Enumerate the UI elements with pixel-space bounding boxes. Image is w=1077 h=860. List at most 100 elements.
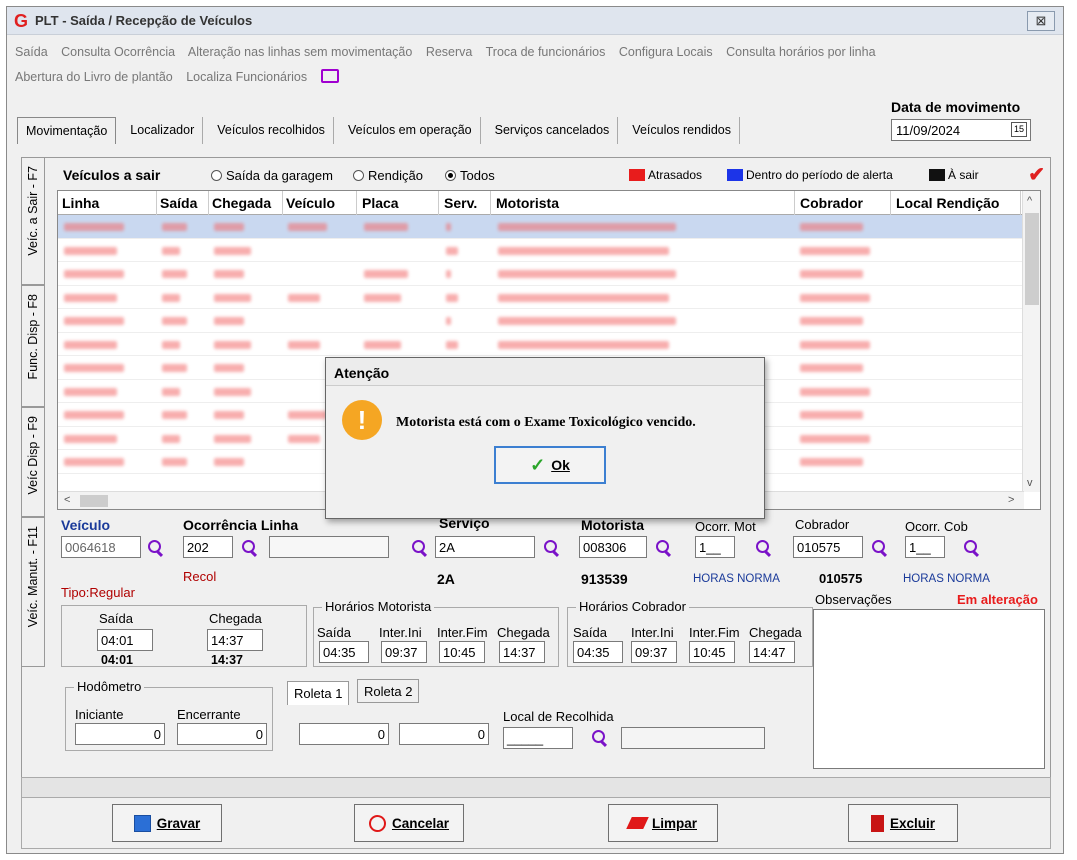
tab-veiculos-rendidos[interactable]: Veículos rendidos <box>624 117 740 144</box>
vscroll-thumb[interactable] <box>1025 213 1039 305</box>
col-serv[interactable]: Serv. <box>444 195 477 215</box>
motorista-search-icon[interactable] <box>655 539 671 555</box>
hc-inter-ini-input[interactable]: 09:37 <box>631 641 677 663</box>
servico-input[interactable]: 2A <box>435 536 535 558</box>
vtab-func-disp[interactable]: Func. Disp - F8 <box>21 285 45 407</box>
tab-veiculos-operacao[interactable]: Veículos em operação <box>340 117 481 144</box>
gravar-button[interactable]: Gravar <box>112 804 222 842</box>
local-recolhida-input[interactable]: _____ <box>503 727 573 749</box>
motorista-input[interactable]: 008306 <box>579 536 647 558</box>
tipo-label: Tipo:Regular <box>61 585 135 600</box>
encerrante-input[interactable]: 0 <box>177 723 267 745</box>
redacted-cell <box>498 223 676 231</box>
col-cobrador[interactable]: Cobrador <box>800 195 863 215</box>
ocorr-cob-input[interactable]: 1__ <box>905 536 945 558</box>
tab-movimentacao[interactable]: Movimentação <box>17 117 117 144</box>
scroll-up-icon[interactable]: ^ <box>1027 195 1032 207</box>
redacted-cell <box>446 223 451 231</box>
col-chegada[interactable]: Chegada <box>212 195 271 215</box>
scroll-down-icon[interactable]: v <box>1027 477 1033 489</box>
iniciante-input[interactable]: 0 <box>75 723 165 745</box>
cancelar-button[interactable]: Cancelar <box>354 804 464 842</box>
radio-rendicao[interactable]: Rendição <box>353 168 423 183</box>
col-saida[interactable]: Saída <box>160 195 197 215</box>
ocorr-mot-input[interactable]: 1__ <box>695 536 735 558</box>
table-row[interactable] <box>58 309 1024 333</box>
cobrador-label: Cobrador <box>795 517 850 532</box>
menu-consulta-horarios[interactable]: Consulta horários por linha <box>726 45 875 59</box>
hm-inter-ini-input[interactable]: 09:37 <box>381 641 427 663</box>
legend-atrasados: Atrasados <box>629 168 702 182</box>
excluir-button[interactable]: Excluir <box>848 804 958 842</box>
table-row[interactable] <box>58 333 1024 356</box>
ocorrencia-search-icon[interactable] <box>241 539 257 555</box>
grid-vscroll[interactable]: ^ v <box>1022 191 1040 492</box>
hc-inter-fim-input[interactable]: 10:45 <box>689 641 735 663</box>
menu-saida[interactable]: Saída <box>15 45 48 59</box>
scroll-left-icon[interactable]: < <box>64 494 70 506</box>
menu-localiza-funcionarios[interactable]: Localiza Funcionários <box>186 70 307 84</box>
vtab-veic-manut[interactable]: Veíc. Manut. - F11 <box>21 517 45 667</box>
menu-consulta-ocorrencia[interactable]: Consulta Ocorrência <box>61 45 175 59</box>
table-row[interactable] <box>58 215 1024 239</box>
tab-veiculos-recolhidos[interactable]: Veículos recolhidos <box>209 117 334 144</box>
ocorrencia-input[interactable]: 202 <box>183 536 233 558</box>
vtab-veic-disp[interactable]: Veíc Disp - F9 <box>21 407 45 517</box>
table-row[interactable] <box>58 239 1024 262</box>
radio-todos[interactable]: Todos <box>445 168 495 183</box>
close-button[interactable]: ⊠ <box>1027 11 1055 31</box>
tab-roleta-1[interactable]: Roleta 1 <box>287 681 350 705</box>
table-row[interactable] <box>58 286 1024 309</box>
menu-abertura-livro[interactable]: Abertura do Livro de plantão <box>15 70 173 84</box>
hm-inter-fim-input[interactable]: 10:45 <box>439 641 485 663</box>
hc-chegada-input[interactable]: 14:47 <box>749 641 795 663</box>
veiculo-search-icon[interactable] <box>147 539 163 555</box>
monitor-icon[interactable] <box>320 69 339 83</box>
local-recolhida-search-icon[interactable] <box>591 729 607 745</box>
vtab-veic-sair[interactable]: Veíc. a Sair - F7 <box>21 157 45 285</box>
menu-alteracao-linhas[interactable]: Alteração nas linhas sem movimentação <box>188 45 412 59</box>
redacted-cell <box>162 387 180 396</box>
hc-saida-input[interactable]: 04:35 <box>573 641 623 663</box>
tab-localizador[interactable]: Localizador <box>122 117 204 144</box>
date-input[interactable]: 11/09/2024 15 <box>891 119 1031 141</box>
saida-input[interactable]: 04:01 <box>97 629 153 651</box>
limpar-button[interactable]: Limpar <box>608 804 718 842</box>
hm-saida-input[interactable]: 04:35 <box>319 641 369 663</box>
menu-troca-funcionarios[interactable]: Troca de funcionários <box>486 45 606 59</box>
table-row[interactable] <box>58 262 1024 286</box>
menu-configura-locais[interactable]: Configura Locais <box>619 45 713 59</box>
check-icon: ✓ <box>530 454 546 475</box>
calendar-icon[interactable]: 15 <box>1011 122 1027 137</box>
col-placa[interactable]: Placa <box>362 195 399 215</box>
menu-reserva[interactable]: Reserva <box>426 45 473 59</box>
ocorrencia-desc-input[interactable] <box>269 536 389 558</box>
roleta-1-input[interactable]: 0 <box>299 723 389 745</box>
col-motorista[interactable]: Motorista <box>496 195 559 215</box>
col-veiculo[interactable]: Veículo <box>286 195 335 215</box>
chegada-input[interactable]: 14:37 <box>207 629 263 651</box>
observacoes-textarea[interactable] <box>813 609 1045 769</box>
redacted-cell <box>498 246 669 255</box>
tab-servicos-cancelados[interactable]: Serviços cancelados <box>487 117 619 144</box>
tab-roleta-2[interactable]: Roleta 2 <box>357 679 420 703</box>
checkmark-icon[interactable]: ✔ <box>1028 162 1045 187</box>
linha-search-icon[interactable] <box>411 539 427 555</box>
scroll-right-icon[interactable]: > <box>1008 494 1014 506</box>
cobrador-input[interactable]: 010575 <box>793 536 863 558</box>
radio-saida-garagem[interactable]: Saída da garagem <box>211 168 333 183</box>
ocorr-cob-search-icon[interactable] <box>963 539 979 555</box>
roleta-2-input[interactable]: 0 <box>399 723 489 745</box>
hm-chegada-input[interactable]: 14:37 <box>499 641 545 663</box>
veiculo-input[interactable]: 0064618 <box>61 536 141 558</box>
ocorr-mot-search-icon[interactable] <box>755 539 771 555</box>
servico-search-icon[interactable] <box>543 539 559 555</box>
ok-button[interactable]: ✓ Ok <box>494 446 606 484</box>
local-recolhida-desc-input[interactable] <box>621 727 765 749</box>
hscroll-thumb[interactable] <box>80 495 108 507</box>
hc-saida-label: Saída <box>573 625 607 640</box>
col-linha[interactable]: Linha <box>62 195 99 215</box>
saida-label: Saída <box>99 611 133 626</box>
cobrador-search-icon[interactable] <box>871 539 887 555</box>
col-local-rendicao[interactable]: Local Rendição <box>896 195 999 215</box>
